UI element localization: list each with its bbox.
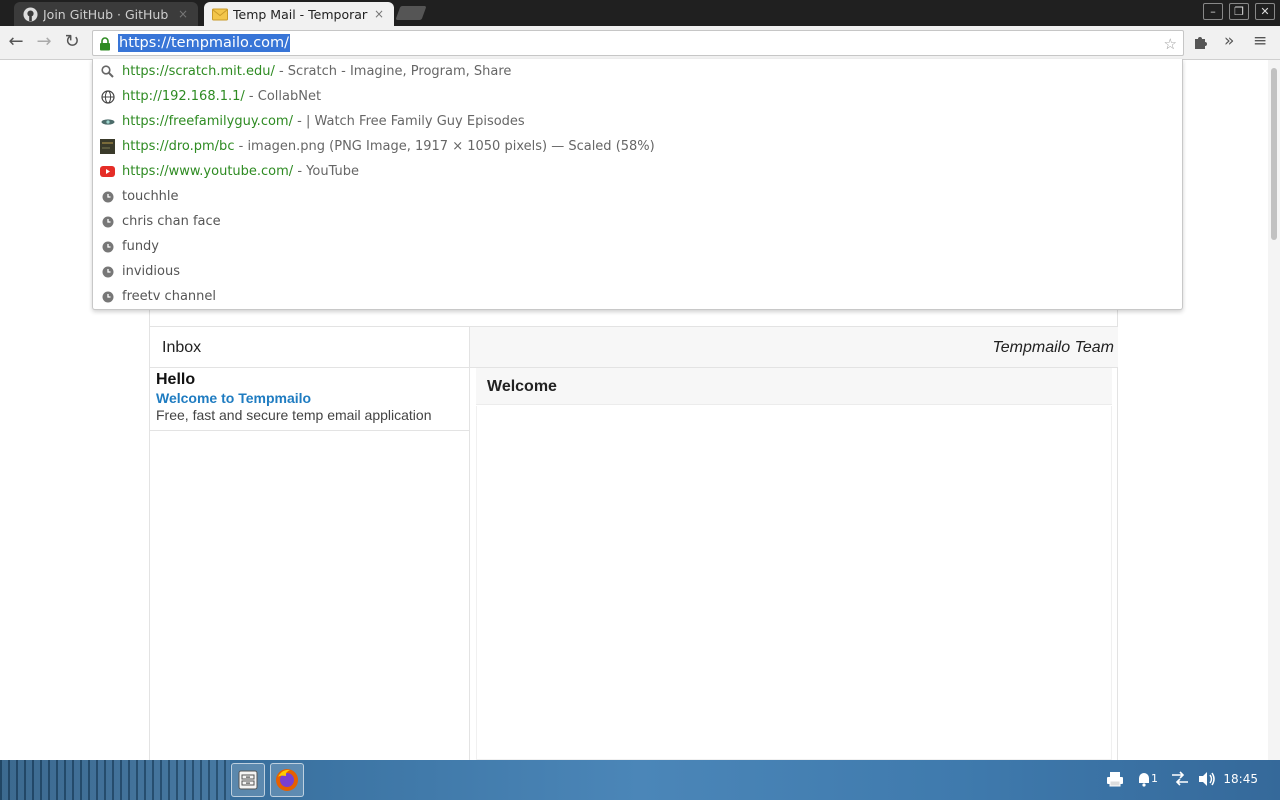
firefox-icon[interactable]: [270, 763, 304, 797]
printer-icon[interactable]: [1106, 771, 1124, 791]
forward-button[interactable]: →: [32, 31, 56, 55]
suggestion-item[interactable]: https://scratch.mit.edu/ - Scratch - Ima…: [93, 59, 1182, 84]
search-icon: [100, 64, 115, 79]
suggestion-item[interactable]: touchhle: [93, 184, 1182, 209]
suggestion-title: YouTube: [306, 164, 360, 179]
suggestion-item[interactable]: https://www.youtube.com/ - YouTube: [93, 159, 1182, 184]
suggestion-query: freetv channel: [122, 289, 216, 304]
suggestion-url: https://freefamilyguy.com/: [122, 114, 293, 129]
suggestion-item[interactable]: freetv channel: [93, 284, 1182, 309]
history-icon: [100, 189, 115, 204]
suggestion-url: https://www.youtube.com/: [122, 164, 294, 179]
suggestion-url: http://192.168.1.1/: [122, 89, 245, 104]
suggestion-item[interactable]: https://freefamilyguy.com/ - | Watch Fre…: [93, 109, 1182, 134]
site-favicon-icon: [100, 114, 115, 129]
history-icon: [100, 239, 115, 254]
tab-close-button[interactable]: ×: [372, 7, 386, 21]
globe-icon: [100, 89, 115, 104]
message-sender: Hello: [156, 371, 196, 388]
tab-github[interactable]: Join GitHub · GitHub ×: [14, 2, 198, 26]
history-icon: [100, 214, 115, 229]
image-favicon-icon: [100, 139, 115, 154]
suggestion-item[interactable]: https://dro.pm/bc - imagen.png (PNG Imag…: [93, 134, 1182, 159]
message-preview: Free, fast and secure temp email applica…: [156, 407, 432, 423]
message-list-empty-area: [150, 431, 470, 760]
suggestion-item[interactable]: invidious: [93, 259, 1182, 284]
new-tab-button[interactable]: [395, 6, 427, 20]
suggestion-title: imagen.png (PNG Image, 1917 × 1050 pixel…: [247, 139, 655, 154]
history-icon: [100, 264, 115, 279]
tab-title: Join GitHub · GitHub: [43, 6, 169, 22]
omnibox-suggestions: https://scratch.mit.edu/ - Scratch - Ima…: [92, 59, 1183, 310]
bookmark-star-icon[interactable]: ☆: [1164, 35, 1177, 53]
url-text[interactable]: https://tempmailo.com/: [118, 34, 291, 52]
suggestion-title: | Watch Free Family Guy Episodes: [305, 114, 525, 129]
inbox-label: Inbox: [162, 339, 202, 356]
suggestion-query: invidious: [122, 264, 180, 279]
suggestion-title: Scratch - Imagine, Program, Share: [287, 64, 512, 79]
envelope-icon: [212, 6, 228, 22]
notification-icon[interactable]: [1137, 771, 1151, 791]
suggestion-query: fundy: [122, 239, 160, 254]
inbox-header: Inbox: [150, 327, 470, 368]
network-icon[interactable]: [1171, 771, 1189, 791]
message-list-item[interactable]: Hello Welcome to Tempmailo Free, fast an…: [150, 368, 470, 431]
minimize-button[interactable]: –: [1203, 3, 1223, 20]
suggestion-item[interactable]: http://192.168.1.1/ - CollabNet: [93, 84, 1182, 109]
sender-header: Tempmailo Team: [470, 327, 1118, 368]
taskbar: 1 18:45: [0, 760, 1280, 800]
close-window-button[interactable]: ✕: [1255, 3, 1275, 20]
restore-button[interactable]: ❐: [1229, 3, 1249, 20]
taskbar-pattern: [0, 760, 230, 800]
tab-temp-mail[interactable]: Temp Mail - Temporary D ×: [204, 2, 394, 26]
suggestion-url: https://dro.pm/bc: [122, 139, 235, 154]
tab-title: Temp Mail - Temporary D: [233, 6, 368, 22]
message-viewer-header: Welcome: [476, 368, 1112, 405]
extension-puzzle-icon[interactable]: [1193, 34, 1209, 54]
message-body: [476, 406, 1112, 760]
notification-count: 1: [1151, 772, 1158, 785]
file-manager-icon[interactable]: [231, 763, 265, 797]
sender-team-label: Tempmailo Team: [992, 339, 1114, 356]
message-subject[interactable]: Welcome to Tempmailo: [156, 390, 311, 406]
tab-close-button[interactable]: ×: [176, 7, 190, 21]
address-bar[interactable]: https://tempmailo.com/ ☆: [92, 30, 1184, 56]
clock[interactable]: 18:45: [1223, 772, 1258, 786]
mailbox-panel: Inbox Tempmailo Team Hello Welcome to Te…: [149, 309, 1118, 760]
volume-icon[interactable]: [1198, 771, 1216, 791]
message-viewer: Welcome: [470, 368, 1118, 760]
suggestion-query: chris chan face: [122, 214, 221, 229]
github-icon: [22, 6, 38, 22]
message-title: Welcome: [487, 378, 557, 395]
suggestion-title: CollabNet: [257, 89, 322, 104]
suggestion-url: https://scratch.mit.edu/: [122, 64, 275, 79]
history-icon: [100, 289, 115, 304]
menu-icon[interactable]: ≡: [1253, 31, 1267, 51]
back-button[interactable]: ←: [4, 31, 28, 55]
lock-icon: [99, 36, 111, 55]
suggestion-query: touchhle: [122, 189, 179, 204]
tab-strip: Join GitHub · GitHub × Temp Mail - Tempo…: [0, 0, 1280, 26]
reload-button[interactable]: ↻: [60, 31, 84, 55]
more-extensions-icon[interactable]: »: [1224, 31, 1234, 51]
suggestion-item[interactable]: chris chan face: [93, 209, 1182, 234]
suggestion-item[interactable]: fundy: [93, 234, 1182, 259]
browser-toolbar: ← → ↻ https://tempmailo.com/ ☆ » ≡: [0, 26, 1280, 60]
youtube-icon: [100, 164, 115, 179]
scrollbar-thumb[interactable]: [1271, 68, 1277, 240]
